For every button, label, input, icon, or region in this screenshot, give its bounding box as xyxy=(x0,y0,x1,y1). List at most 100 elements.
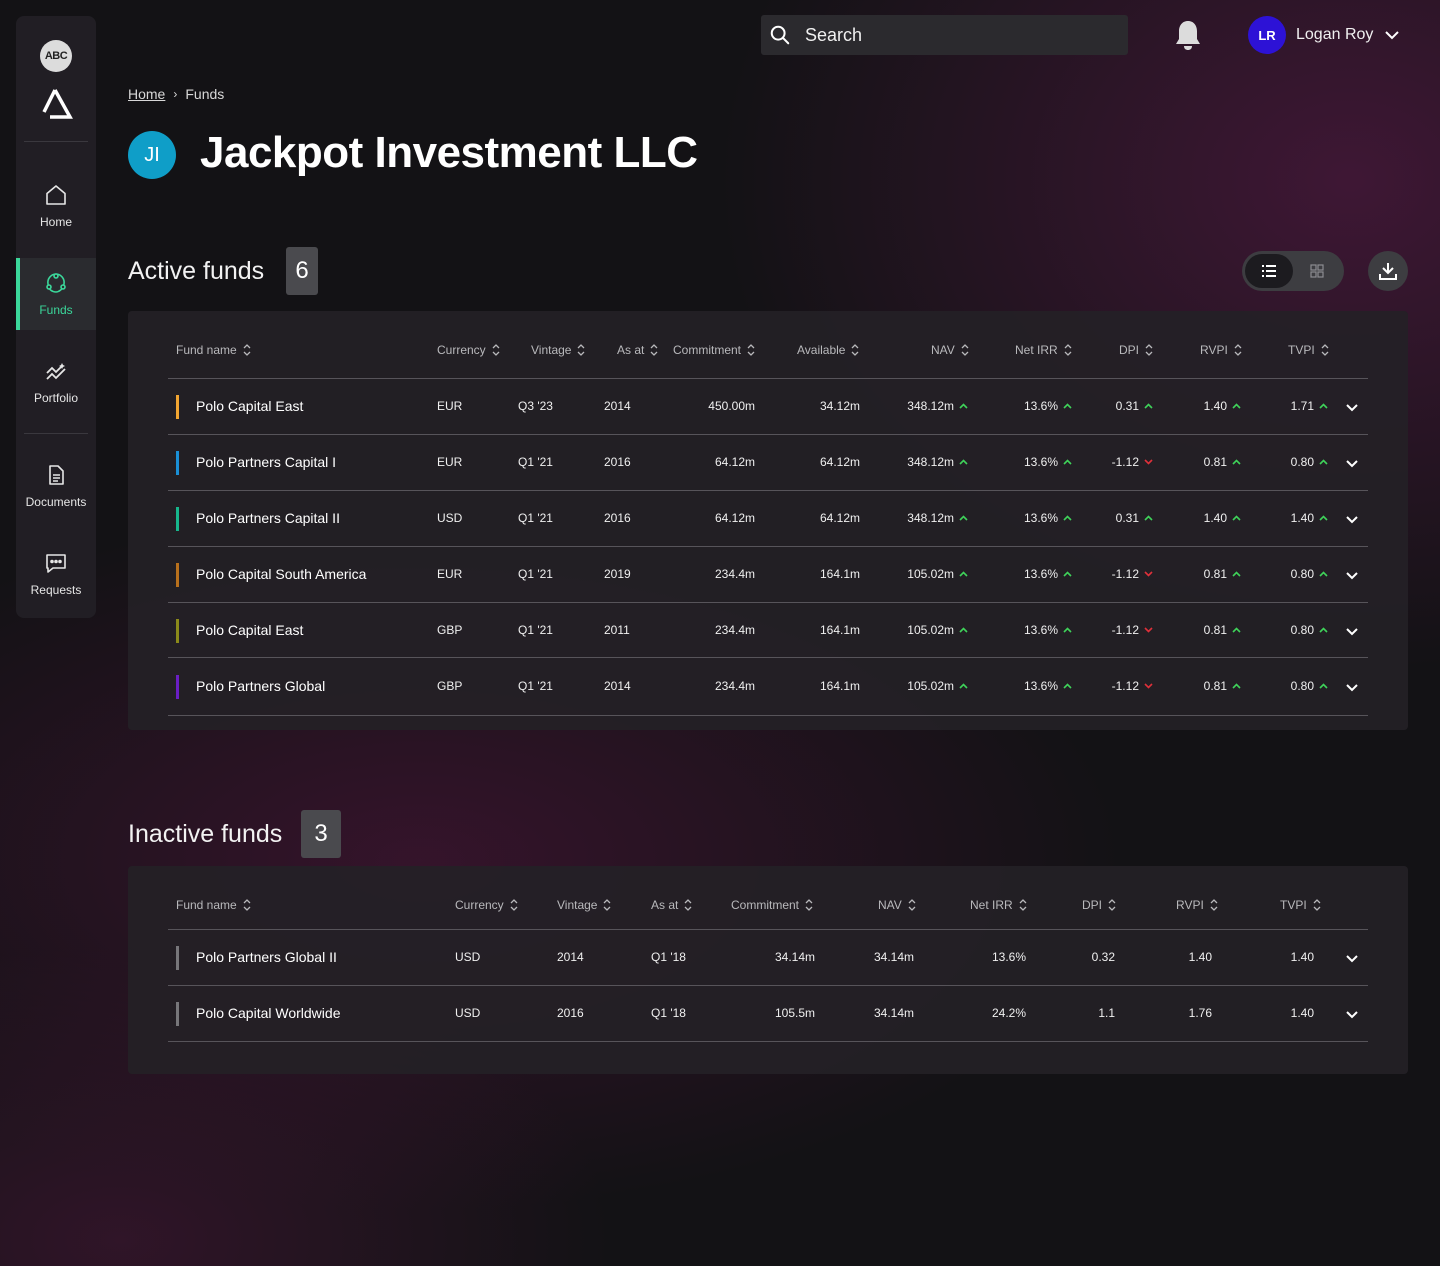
trend-up-icon xyxy=(1319,459,1328,465)
column-header-fund-name[interactable]: Fund name xyxy=(176,343,252,357)
nav-text: 34.14m xyxy=(873,950,914,964)
net-irr: 13.6% xyxy=(946,950,1026,964)
table-row[interactable]: Polo Capital East EUR Q3 '23 2014 450.00m 34.… xyxy=(168,379,1368,435)
column-header-rvpi[interactable]: RVPI xyxy=(1176,898,1219,912)
as-at: 2014 xyxy=(604,399,631,413)
search-input[interactable]: Search xyxy=(761,15,1128,55)
sort-icon xyxy=(1108,899,1116,911)
sort-icon xyxy=(961,344,969,356)
vintage-text: Q1 '21 xyxy=(518,511,553,525)
commitment: 105.5m xyxy=(735,1006,815,1020)
column-header-as-at-text: As at xyxy=(651,898,679,912)
grid-view-button[interactable] xyxy=(1293,254,1341,288)
expand-row-chevron-icon[interactable] xyxy=(1344,679,1360,695)
rvpi: 0.81 xyxy=(1168,567,1241,581)
column-header-nav[interactable]: NAV xyxy=(931,343,970,357)
column-header-tvpi[interactable]: TVPI xyxy=(1280,898,1322,912)
column-header-dpi[interactable]: DPI xyxy=(1119,343,1154,357)
column-header-vintage[interactable]: Vintage xyxy=(531,343,586,357)
column-header-net-irr[interactable]: Net IRR xyxy=(1015,343,1073,357)
expand-row-chevron-icon[interactable] xyxy=(1344,623,1360,639)
dpi: 0.32 xyxy=(1034,950,1115,964)
search-icon xyxy=(770,25,790,45)
breadcrumb-home-link[interactable]: Home xyxy=(128,86,165,102)
fund-name: Polo Partners Capital I xyxy=(196,454,336,470)
available: 164.1m xyxy=(780,567,860,581)
sidebar-item-funds[interactable]: Funds xyxy=(16,258,96,330)
expand-row-chevron-icon[interactable] xyxy=(1344,399,1360,415)
trend-up-icon xyxy=(1063,571,1072,577)
as-at: 2016 xyxy=(604,455,631,469)
as-at: Q1 '18 xyxy=(651,1006,686,1020)
sidebar-item-requests[interactable]: Requests xyxy=(16,538,96,610)
column-header-net-irr[interactable]: Net IRR xyxy=(970,898,1028,912)
sort-icon xyxy=(492,344,500,356)
sort-icon xyxy=(1064,344,1072,356)
column-header-as-at[interactable]: As at xyxy=(617,343,659,357)
table-row[interactable]: Polo Capital East GBP Q1 '21 2011 234.4m 164.… xyxy=(168,603,1368,658)
tvpi-text: 1.71 xyxy=(1290,399,1314,413)
irr: 13.6% xyxy=(988,679,1072,693)
rvpi: 1.40 xyxy=(1168,399,1241,413)
nav: 348.12m xyxy=(868,455,968,469)
column-header-dpi[interactable]: DPI xyxy=(1082,898,1117,912)
column-header-nav[interactable]: NAV xyxy=(878,898,917,912)
rvpi: 1.76 xyxy=(1131,1006,1212,1020)
download-icon xyxy=(1379,263,1397,280)
sidebar-item-home[interactable]: Home xyxy=(16,170,96,242)
expand-row-chevron-icon[interactable] xyxy=(1344,1006,1360,1022)
column-header-currency[interactable]: Currency xyxy=(437,343,501,357)
expand-row-chevron-icon[interactable] xyxy=(1344,950,1360,966)
dpi-text: 0.31 xyxy=(1115,399,1139,413)
as-at: 2019 xyxy=(604,567,631,581)
available-text: 64.12m xyxy=(819,455,860,469)
expand-row-chevron-icon[interactable] xyxy=(1344,455,1360,471)
dpi: -1.12 xyxy=(1078,567,1153,581)
view-toggle xyxy=(1242,251,1344,291)
fund-color-marker xyxy=(176,1002,179,1026)
dpi-text: 1.1 xyxy=(1098,1006,1115,1020)
table-row[interactable]: Polo Partners Global GBP Q1 '21 2014 234.4m 1… xyxy=(168,658,1368,716)
column-header-available[interactable]: Available xyxy=(797,343,860,357)
list-view-button[interactable] xyxy=(1245,254,1293,288)
column-header-currency[interactable]: Currency xyxy=(455,898,519,912)
dpi-text: -1.12 xyxy=(1111,679,1139,693)
fund-name-text: Polo Partners Global II xyxy=(196,949,337,965)
nav: 105.02m xyxy=(868,623,968,637)
table-row[interactable]: Polo Partners Global II USD 2014 Q1 '18 34.1… xyxy=(168,930,1368,986)
expand-row-chevron-icon[interactable] xyxy=(1344,511,1360,527)
as-at-text: Q1 '18 xyxy=(651,1006,686,1020)
expand-row-chevron-icon[interactable] xyxy=(1344,567,1360,583)
tvpi: 1.71 xyxy=(1258,399,1328,413)
column-header-as-at[interactable]: As at xyxy=(651,898,693,912)
column-header-tvpi[interactable]: TVPI xyxy=(1288,343,1330,357)
user-menu[interactable]: LR Logan Roy xyxy=(1248,15,1401,55)
column-header-commitment[interactable]: Commitment xyxy=(731,898,814,912)
column-header-rvpi[interactable]: RVPI xyxy=(1200,343,1243,357)
as-at: 2014 xyxy=(604,679,631,693)
breadcrumb: Home › Funds xyxy=(128,86,224,102)
sidebar-item-documents[interactable]: Documents xyxy=(16,450,96,522)
as-at: 2016 xyxy=(604,511,631,525)
as-at: Q1 '18 xyxy=(651,950,686,964)
table-row[interactable]: Polo Partners Capital II USD Q1 '21 2016 64.… xyxy=(168,491,1368,547)
nav: 348.12m xyxy=(868,511,968,525)
currency: EUR xyxy=(437,567,462,581)
column-header-fund-name[interactable]: Fund name xyxy=(176,898,252,912)
table-row[interactable]: Polo Partners Capital I EUR Q1 '21 2016 64.1… xyxy=(168,435,1368,491)
currency-text: GBP xyxy=(437,679,463,693)
table-row[interactable]: Polo Capital South America EUR Q1 '21 2019 2… xyxy=(168,547,1368,603)
fund-color-marker xyxy=(176,507,179,531)
column-header-tvpi-text: TVPI xyxy=(1280,898,1307,912)
download-button[interactable] xyxy=(1368,251,1408,291)
fund-name-text: Polo Capital East xyxy=(196,622,304,638)
column-header-commitment[interactable]: Commitment xyxy=(673,343,756,357)
bell-icon[interactable] xyxy=(1172,18,1204,52)
table-row[interactable]: Polo Capital Worldwide USD 2016 Q1 '18 105.5… xyxy=(168,986,1368,1042)
sort-icon xyxy=(908,899,916,911)
rvpi-text: 1.40 xyxy=(1203,399,1227,413)
irr-text: 13.6% xyxy=(1023,679,1058,693)
sidebar-item-portfolio[interactable]: Portfolio xyxy=(16,346,96,418)
column-header-vintage[interactable]: Vintage xyxy=(557,898,612,912)
sort-icon xyxy=(1145,344,1153,356)
